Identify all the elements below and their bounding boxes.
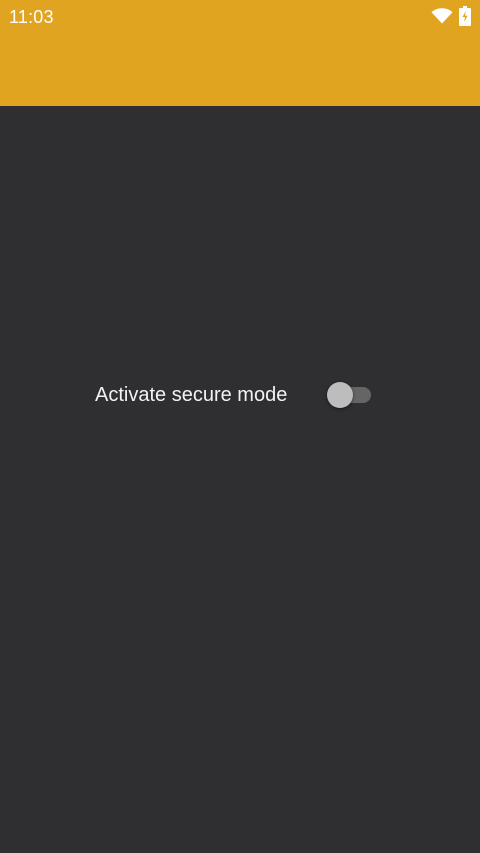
switch-thumb[interactable] <box>327 382 353 408</box>
main-content: Activate secure mode <box>0 106 480 853</box>
status-time: 11:03 <box>9 7 54 27</box>
status-bar: 11:03 <box>0 0 480 33</box>
secure-mode-label: Activate secure mode <box>95 384 288 406</box>
secure-mode-row: Activate secure mode <box>95 382 375 408</box>
app-bar: 11:03 <box>0 0 480 106</box>
wifi-icon <box>431 8 453 24</box>
secure-mode-switch[interactable] <box>327 382 373 408</box>
battery-charging-icon <box>459 6 471 26</box>
